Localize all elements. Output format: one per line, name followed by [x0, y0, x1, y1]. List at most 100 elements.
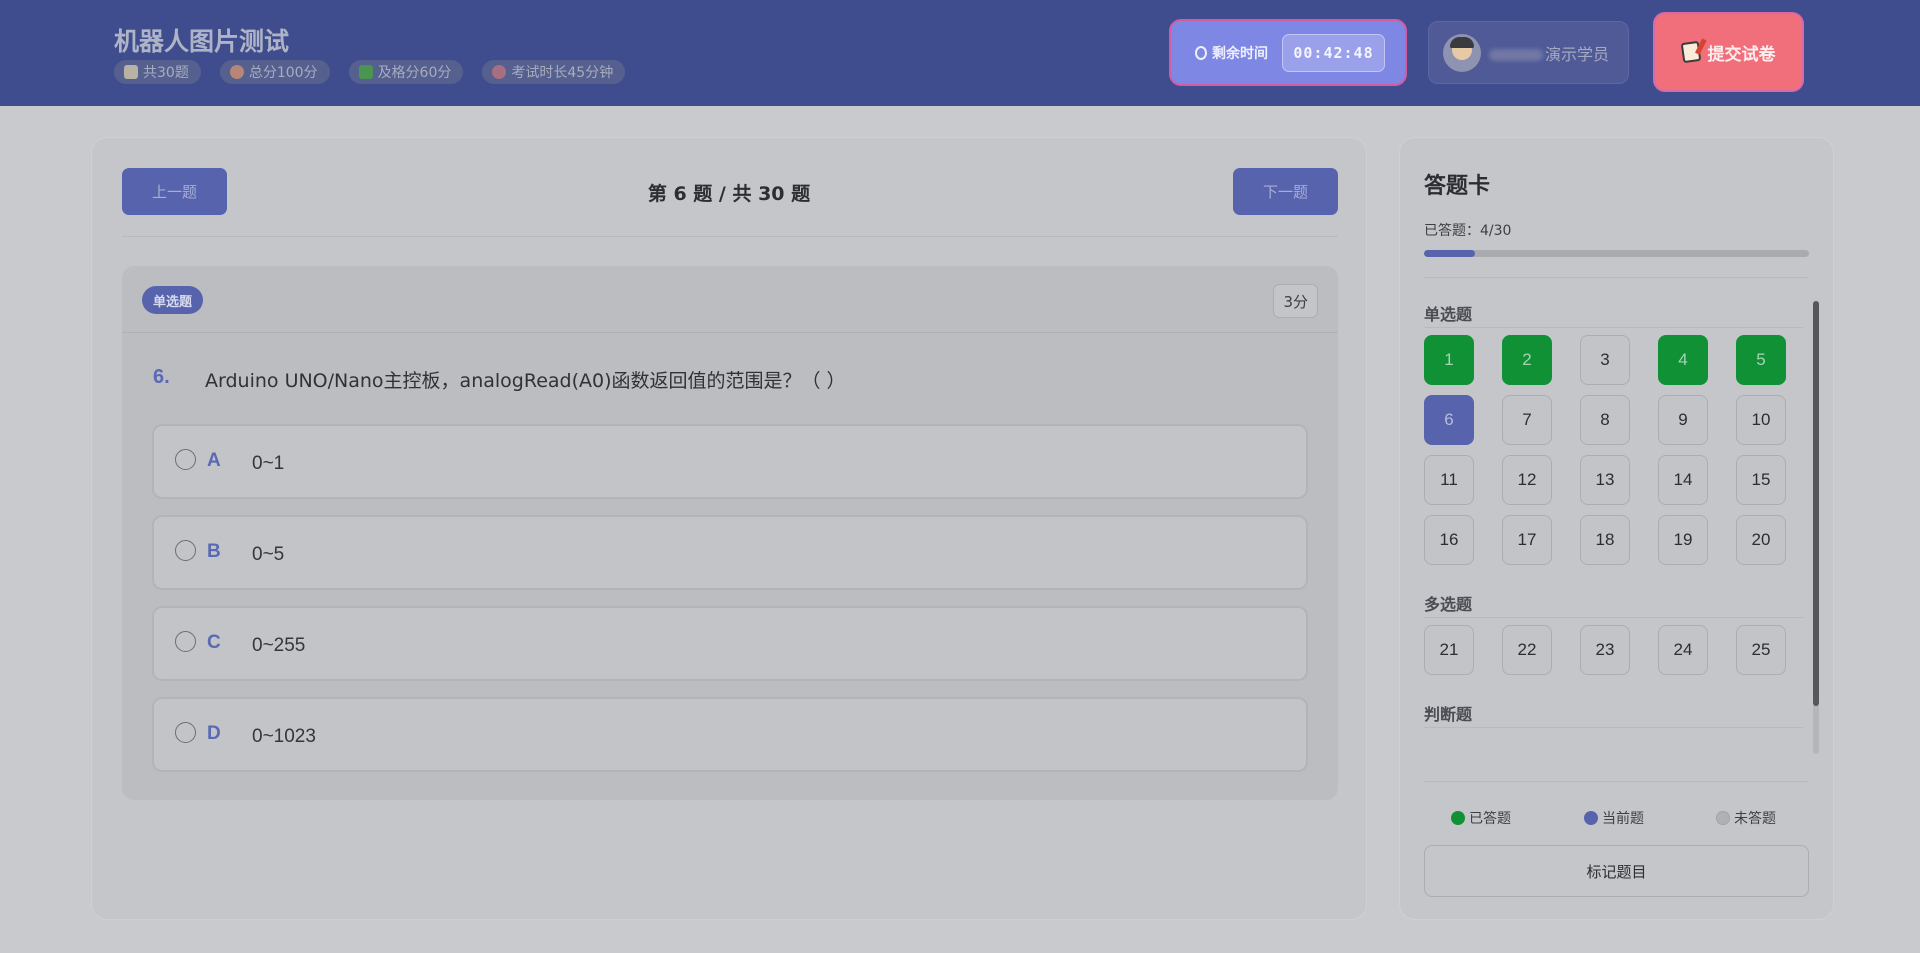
exam-meta-row: 共30题 总分100分 及格分60分 考试时长45分钟: [114, 60, 626, 84]
radio-icon[interactable]: [175, 540, 196, 561]
question-cell-9[interactable]: 9: [1658, 395, 1708, 445]
stopwatch-icon: [1195, 45, 1207, 60]
book-icon: [124, 65, 138, 79]
target-icon: [229, 65, 244, 79]
question-cell-18[interactable]: 18: [1580, 515, 1630, 565]
user-info[interactable]: 演示学员: [1428, 21, 1629, 84]
question-cell-25[interactable]: 25: [1736, 625, 1786, 675]
avatar: [1443, 33, 1481, 72]
question-cell-5[interactable]: 5: [1736, 335, 1786, 385]
question-cell-15[interactable]: 15: [1736, 455, 1786, 505]
legend-label: 未答题: [1734, 811, 1776, 827]
section-label: 单选题: [1424, 305, 1473, 324]
radio-icon[interactable]: [175, 449, 196, 470]
option-letter: B: [207, 541, 221, 562]
option-letter: C: [207, 632, 221, 653]
question-cell-21[interactable]: 21: [1424, 625, 1474, 675]
mark-question-button[interactable]: 标记题目: [1424, 845, 1809, 897]
divider: [1424, 277, 1809, 278]
section-divider: [1424, 727, 1804, 728]
current-dot-icon: [1584, 811, 1598, 825]
question-cell-22[interactable]: 22: [1502, 625, 1552, 675]
alarm-clock-icon: [492, 65, 507, 79]
question-cell-24[interactable]: 24: [1658, 625, 1708, 675]
meta-duration: 考试时长45分钟: [482, 60, 626, 84]
answered-count: 已答题：4/30: [1424, 223, 1512, 239]
question-cell-14[interactable]: 14: [1658, 455, 1708, 505]
question-cell-23[interactable]: 23: [1580, 625, 1630, 675]
question-cell-13[interactable]: 13: [1580, 455, 1630, 505]
check-icon: [358, 65, 373, 79]
legend-answered: 已答题: [1451, 808, 1511, 828]
question-cell-3[interactable]: 3: [1580, 335, 1630, 385]
question-cell-6[interactable]: 6: [1424, 395, 1474, 445]
radio-icon[interactable]: [175, 631, 196, 652]
option-a[interactable]: A 0~1: [152, 424, 1308, 499]
legend: 已答题 当前题 未答题: [1424, 803, 1809, 833]
section-divider: [1424, 617, 1804, 618]
option-text: 0~255: [252, 635, 306, 656]
option-c[interactable]: C 0~255: [152, 606, 1308, 681]
question-cell-7[interactable]: 7: [1502, 395, 1552, 445]
next-question-button[interactable]: 下一题: [1233, 168, 1338, 215]
option-text: 0~1: [252, 453, 285, 474]
meta-total-score-label: 总分100分: [248, 65, 318, 81]
question-cell-11[interactable]: 11: [1424, 455, 1474, 505]
question-cell-12[interactable]: 12: [1502, 455, 1552, 505]
meta-total-score: 总分100分: [219, 60, 330, 84]
option-text: 0~1023: [252, 726, 316, 747]
option-letter: D: [207, 723, 221, 744]
question-cell-19[interactable]: 19: [1658, 515, 1708, 565]
exam-title: 机器人图片测试: [114, 27, 290, 56]
meta-total-questions: 共30题: [114, 60, 201, 84]
section-divider: [1424, 327, 1804, 328]
question-score-badge: 3分: [1273, 284, 1318, 318]
question-header: 单选题 3分: [122, 266, 1338, 333]
progress-fill: [1424, 250, 1476, 257]
divider: [122, 236, 1338, 237]
legend-label: 当前题: [1602, 811, 1644, 827]
scrollbar[interactable]: [1813, 301, 1819, 754]
option-letter: A: [207, 450, 221, 471]
meta-pass-score: 及格分60分: [348, 60, 464, 84]
question-panel: 上一题 第 6 题 / 共 30 题 下一题 单选题 3分 6. Arduino…: [91, 137, 1367, 920]
answer-card-title: 答题卡: [1424, 174, 1491, 199]
header-bar: 机器人图片测试 共30题 总分100分 及格分60分 考试时长45分钟 剩余时间…: [0, 0, 1920, 106]
redacted-name: [1489, 49, 1543, 61]
timer-label-text: 剩余时间: [1212, 45, 1268, 62]
question-cell-2[interactable]: 2: [1502, 335, 1552, 385]
progress-bar: [1424, 250, 1809, 257]
question-counter: 第 6 题 / 共 30 题: [647, 183, 811, 205]
unanswered-dot-icon: [1716, 811, 1730, 825]
question-cell-1[interactable]: 1: [1424, 335, 1474, 385]
meta-pass-score-label: 及格分60分: [377, 65, 452, 81]
submit-exam-label: 提交试卷: [1707, 44, 1776, 65]
legend-current: 当前题: [1584, 808, 1644, 828]
question-number: 6.: [153, 366, 170, 388]
user-name-suffix: 演示学员: [1545, 44, 1610, 64]
answer-card: 答题卡 已答题：4/30 单选题 1 2 3 4 5 6 7 8 9 10 11 12 13 14 15 16 1…: [1399, 137, 1834, 920]
question-text: Arduino UNO/Nano主控板，analogRead(A0)函数返回值的…: [205, 370, 846, 392]
option-d[interactable]: D 0~1023: [152, 697, 1308, 772]
legend-unanswered: 未答题: [1716, 808, 1776, 828]
question-cell-20[interactable]: 20: [1736, 515, 1786, 565]
question-cell-16[interactable]: 16: [1424, 515, 1474, 565]
scrollbar-thumb[interactable]: [1813, 301, 1819, 706]
timer-value: 00:42:48: [1282, 34, 1385, 72]
section-label: 判断题: [1424, 705, 1473, 724]
countdown-timer: 剩余时间 00:42:48: [1169, 19, 1407, 86]
question-cell-17[interactable]: 17: [1502, 515, 1552, 565]
radio-icon[interactable]: [175, 722, 196, 743]
question-type-badge: 单选题: [142, 286, 204, 314]
question-cell-4[interactable]: 4: [1658, 335, 1708, 385]
question-cell-10[interactable]: 10: [1736, 395, 1786, 445]
timer-label: 剩余时间: [1195, 43, 1268, 63]
answered-dot-icon: [1451, 811, 1465, 825]
submit-exam-button[interactable]: 提交试卷: [1653, 12, 1804, 92]
option-text: 0~5: [252, 544, 285, 565]
section-label: 多选题: [1424, 595, 1473, 614]
question-box: 单选题 3分 6. Arduino UNO/Nano主控板，analogRead…: [122, 266, 1338, 800]
option-b[interactable]: B 0~5: [152, 515, 1308, 590]
divider: [1424, 781, 1809, 782]
question-cell-8[interactable]: 8: [1580, 395, 1630, 445]
